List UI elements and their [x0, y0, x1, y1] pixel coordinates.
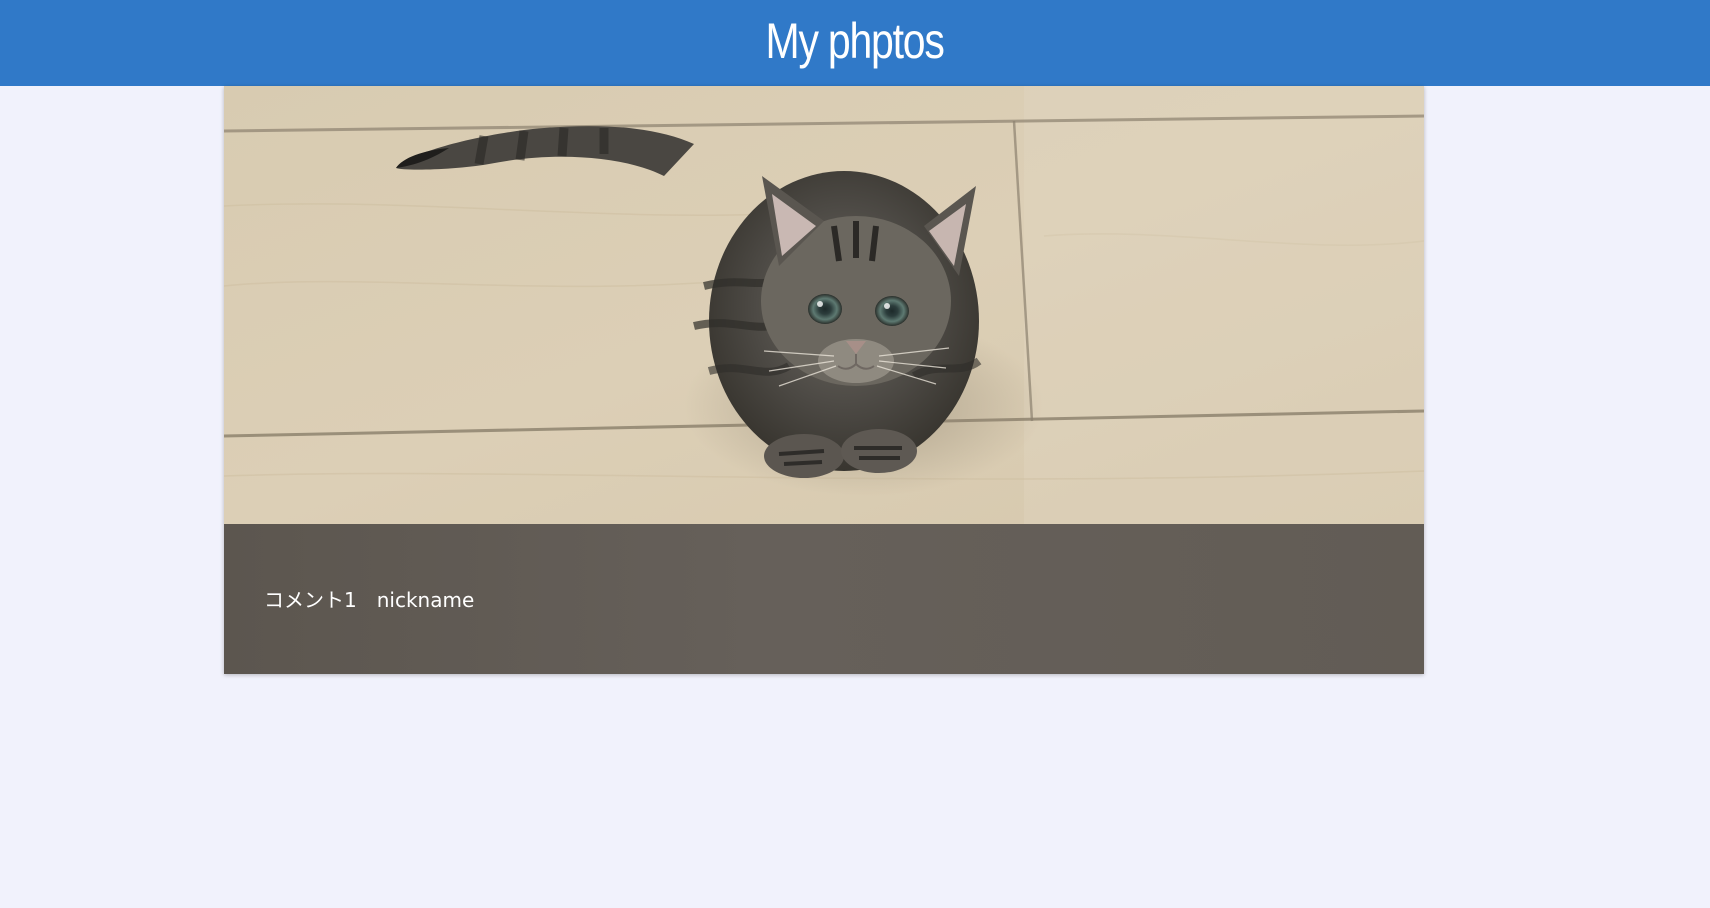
site-title: My phptos [765, 13, 945, 69]
caption-text: コメント1 nickname [264, 584, 474, 613]
photo-caption: コメント1 nickname [224, 524, 1424, 674]
kitten-photo[interactable] [224, 86, 1424, 524]
site-header: My phptos [0, 0, 1710, 86]
comment-text: コメント1 [264, 588, 357, 612]
photo-card[interactable]: コメント1 nickname [224, 86, 1424, 674]
nickname-text: nickname [376, 588, 475, 612]
